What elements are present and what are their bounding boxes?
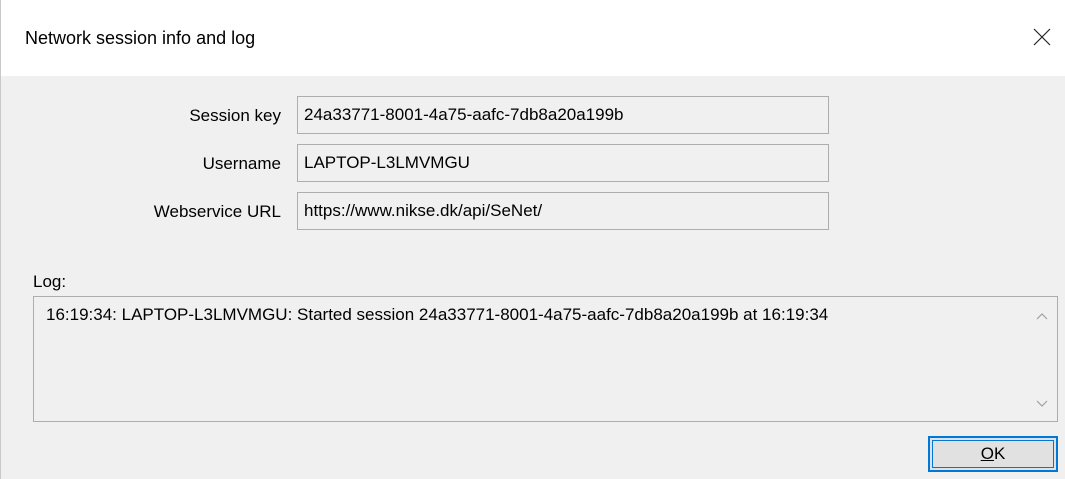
webservice-url-label: Webservice URL: [153, 202, 281, 221]
ok-accelerator-letter: O: [980, 444, 994, 463]
username-field[interactable]: LAPTOP-L3LMVMGU: [297, 144, 829, 182]
username-label: Username: [202, 154, 281, 173]
ok-button-label: OK: [981, 444, 1006, 464]
scroll-down-button[interactable]: [1027, 391, 1057, 415]
session-key-field[interactable]: 24a33771-8001-4a75-aafc-7db8a20a199b: [297, 96, 829, 134]
chevron-down-icon: [1036, 393, 1048, 413]
webservice-url-field[interactable]: https://www.nikse.dk/api/SeNet/: [297, 192, 829, 230]
window-title: Network session info and log: [25, 28, 256, 48]
log-text: 16:19:34: LAPTOP-L3LMVMGU: Started sessi…: [46, 305, 829, 324]
scroll-up-button[interactable]: [1027, 303, 1057, 327]
chevron-up-icon: [1036, 305, 1048, 325]
close-button[interactable]: [1019, 16, 1065, 62]
log-label: Log:: [33, 272, 67, 291]
session-key-label: Session key: [189, 106, 281, 125]
ok-button[interactable]: OK: [928, 436, 1058, 472]
log-scrollbar[interactable]: [1027, 297, 1057, 421]
close-icon: [1033, 28, 1051, 51]
dialog-window: Network session info and log Session key…: [0, 0, 1065, 479]
log-textbox[interactable]: 16:19:34: LAPTOP-L3LMVMGU: Started sessi…: [33, 296, 1058, 422]
ok-label-rest: K: [993, 444, 1006, 463]
title-bar[interactable]: Network session info and log: [1, 0, 1065, 76]
